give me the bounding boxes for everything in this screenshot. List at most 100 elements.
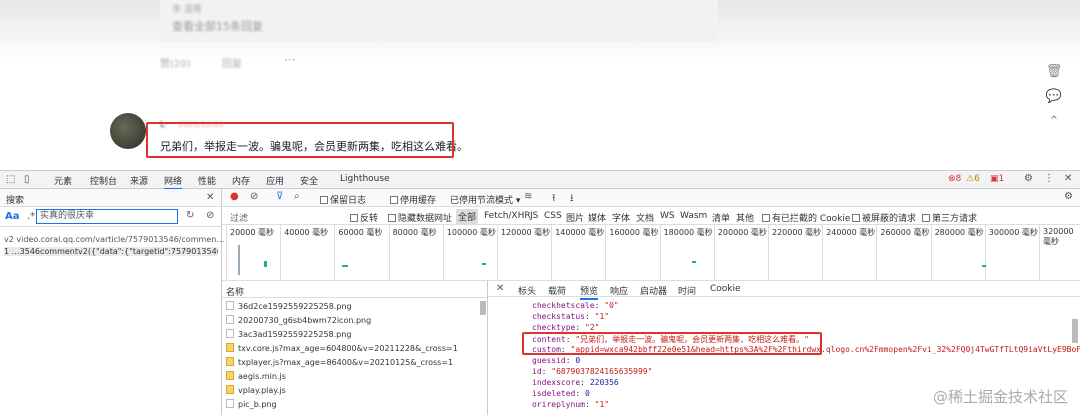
tab-response[interactable]: 响应 bbox=[610, 284, 628, 297]
tab-headers[interactable]: 标头 bbox=[518, 284, 536, 297]
filter-icon[interactable]: ⊽ bbox=[276, 191, 283, 202]
up-icon[interactable]: ⌃ bbox=[1044, 114, 1064, 134]
json-line[interactable]: isdeleted: 0 bbox=[532, 389, 590, 398]
tab-timing[interactable]: 时间 bbox=[678, 284, 696, 297]
settings-icon[interactable]: ⚙ bbox=[1024, 173, 1033, 184]
wifi-icon[interactable]: ≋ bbox=[524, 191, 532, 202]
tab-sources[interactable]: 来源 bbox=[130, 174, 148, 187]
warning-count-badge[interactable]: ⚠6 bbox=[966, 174, 980, 184]
request-row[interactable]: 36d2ce1592559225258.png bbox=[226, 301, 352, 311]
tab-lighthouse[interactable]: Lighthouse bbox=[340, 174, 390, 184]
type-filter-doc[interactable]: 文档 bbox=[636, 211, 654, 224]
close-icon[interactable]: ✕ bbox=[496, 283, 504, 294]
issues-badge[interactable]: ▣1 bbox=[990, 174, 1004, 184]
tab-elements[interactable]: 元素 bbox=[54, 174, 72, 187]
view-all-replies-link[interactable]: 查看全部15条回复 bbox=[172, 18, 263, 34]
tab-console[interactable]: 控制台 bbox=[90, 174, 117, 187]
json-value: "2" bbox=[585, 323, 600, 332]
avatar[interactable] bbox=[110, 113, 146, 149]
invert-checkbox[interactable]: 反转 bbox=[350, 211, 378, 224]
type-filter-js[interactable]: JS bbox=[530, 211, 538, 221]
request-row[interactable]: 20200730_g6sb4bwm72icon.png bbox=[226, 315, 371, 325]
script-icon bbox=[226, 371, 234, 380]
device-icon[interactable]: ▯ bbox=[24, 174, 30, 185]
type-filter-css[interactable]: CSS bbox=[544, 211, 562, 221]
settings-icon[interactable]: ⚙ bbox=[1064, 191, 1073, 202]
json-line[interactable]: checkhetscale: "0" bbox=[532, 301, 619, 310]
more-vert-icon[interactable]: ⋮ bbox=[1044, 173, 1054, 184]
blocked-cookies-label: 有已拦截的 Cookie bbox=[772, 214, 851, 224]
close-icon[interactable]: ✕ bbox=[206, 192, 214, 203]
search-input[interactable]: 实真的很庆幸 bbox=[36, 209, 178, 224]
search-result-file[interactable]: v2 video.coral.qq.com/varticle/757901354… bbox=[4, 235, 224, 244]
regex-icon[interactable]: .* bbox=[27, 211, 35, 222]
blocked-requests-checkbox[interactable]: 被屏蔽的请求 bbox=[852, 211, 916, 224]
type-filter-other[interactable]: 其他 bbox=[736, 211, 754, 224]
type-filter-manifest[interactable]: 清单 bbox=[712, 211, 730, 224]
clear-icon[interactable]: ⊘ bbox=[206, 210, 214, 221]
tab-application[interactable]: 应用 bbox=[266, 174, 284, 187]
like-button[interactable]: 赞(20) bbox=[160, 55, 191, 70]
tab-performance[interactable]: 性能 bbox=[198, 174, 216, 187]
request-row[interactable]: pic_b.png bbox=[226, 399, 277, 409]
clear-log-icon[interactable]: ⊘ bbox=[250, 191, 258, 202]
record-icon[interactable]: ● bbox=[230, 191, 239, 202]
disable-cache-checkbox[interactable]: 停用缓存 bbox=[390, 193, 436, 206]
timeline-tick: 20000 毫秒 bbox=[230, 228, 274, 237]
request-row[interactable]: vplay.play.js bbox=[226, 385, 286, 395]
throttle-select[interactable]: 已停用节流模式 ▾ bbox=[450, 193, 520, 206]
hide-data-urls-checkbox[interactable]: 隐藏数据网址 bbox=[388, 211, 452, 224]
type-filter-img[interactable]: 图片 bbox=[566, 211, 584, 224]
type-filter-wasm[interactable]: Wasm bbox=[680, 211, 707, 221]
request-row[interactable]: 3ac3ad1592559225258.png bbox=[226, 329, 351, 339]
type-filter-fetch[interactable]: Fetch/XHR bbox=[484, 211, 531, 221]
blocked-cookies-checkbox[interactable]: 有已拦截的 Cookie bbox=[762, 211, 850, 224]
scrollbar[interactable] bbox=[480, 301, 486, 315]
search-result-line[interactable]: 1 …3546commentv2({"data":{"targetid":757… bbox=[4, 247, 218, 256]
network-overview[interactable]: 20000 毫秒 40000 毫秒 60000 毫秒 80000 毫秒 100000 毫… bbox=[222, 225, 1080, 281]
json-line[interactable]: checktype: "2" bbox=[532, 323, 599, 332]
match-case-icon[interactable]: Aa bbox=[5, 211, 20, 222]
file-icon bbox=[226, 315, 234, 324]
error-count-badge[interactable]: ⊗8 bbox=[948, 174, 961, 184]
request-row[interactable]: txv.core.js?max_age=604800&v=20211228&_c… bbox=[226, 343, 458, 353]
tab-cookies[interactable]: Cookie bbox=[710, 284, 741, 294]
network-pane: ● ⊘ ⊽ ⌕ 保留日志 停用缓存 已停用节流模式 ▾ ≋ ⭱ ⭳ ⚙ 过滤 反… bbox=[222, 189, 1080, 415]
tab-preview[interactable]: 预览 bbox=[580, 284, 599, 300]
type-filter-ws[interactable]: WS bbox=[660, 211, 675, 221]
more-icon[interactable]: ··· bbox=[284, 53, 295, 67]
tab-security[interactable]: 安全 bbox=[300, 174, 318, 187]
json-line[interactable]: id: "6879037824165635999" bbox=[532, 367, 652, 376]
tab-network[interactable]: 网络 bbox=[164, 174, 183, 190]
reply-button[interactable]: 回复 bbox=[222, 55, 242, 70]
json-line[interactable]: indexscore: 220356 bbox=[532, 378, 619, 387]
tab-initiator[interactable]: 启动器 bbox=[640, 284, 667, 297]
comment-icon[interactable]: 💬 bbox=[1044, 89, 1064, 109]
request-row[interactable]: aegis.min.js bbox=[226, 371, 286, 381]
json-value: "6879037824165635999" bbox=[551, 367, 653, 376]
request-row[interactable]: txplayer.js?max_age=86400&v=20210125&_cr… bbox=[226, 357, 453, 367]
close-icon[interactable]: ✕ bbox=[1064, 173, 1072, 184]
inspect-icon[interactable]: ⬚ bbox=[6, 174, 15, 185]
filter-input[interactable]: 过滤 bbox=[230, 211, 248, 224]
trash-icon[interactable]: 🗑 bbox=[1044, 64, 1064, 84]
scrollbar[interactable] bbox=[1072, 319, 1078, 343]
json-line[interactable]: orireplynum: "1" bbox=[532, 400, 609, 409]
download-icon[interactable]: ⭳ bbox=[570, 191, 574, 208]
type-filter-all[interactable]: 全部 bbox=[456, 209, 479, 224]
json-colon: : bbox=[541, 367, 552, 376]
tab-payload[interactable]: 载荷 bbox=[548, 284, 566, 297]
issues-count: 1 bbox=[998, 174, 1005, 184]
preserve-log-checkbox[interactable]: 保留日志 bbox=[320, 193, 366, 206]
json-line[interactable]: checkstatus: "1" bbox=[532, 312, 609, 321]
type-filter-font[interactable]: 字体 bbox=[612, 211, 630, 224]
third-party-checkbox[interactable]: 第三方请求 bbox=[922, 211, 977, 224]
upload-icon[interactable]: ⭱ bbox=[552, 191, 556, 208]
json-key: indexscore bbox=[532, 378, 581, 387]
json-line[interactable]: guessid: 0 bbox=[532, 356, 580, 365]
request-name: txplayer.js?max_age=86400&v=20210125&_cr… bbox=[238, 358, 454, 367]
type-filter-media[interactable]: 媒体 bbox=[588, 211, 606, 224]
tab-memory[interactable]: 内存 bbox=[232, 174, 250, 187]
refresh-icon[interactable]: ↻ bbox=[186, 210, 194, 221]
search-icon[interactable]: ⌕ bbox=[294, 191, 300, 202]
